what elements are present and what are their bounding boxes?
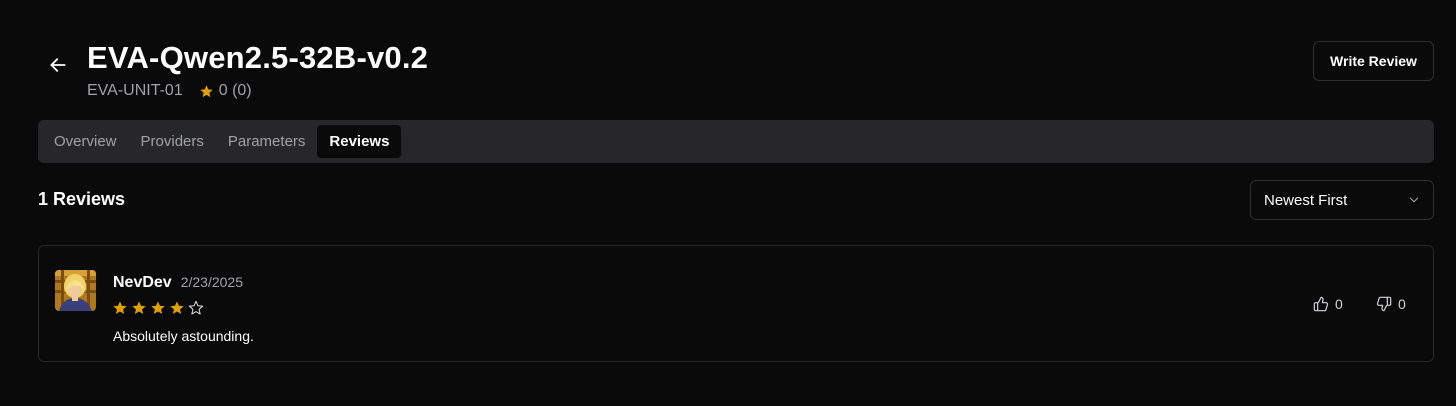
model-reviews-page: EVA-Qwen2.5-32B-v0.2 EVA-UNIT-01 0 (0) W… (0, 0, 1456, 406)
review-text: Absolutely astounding. (113, 328, 254, 344)
sort-selected-value: Newest First (1264, 191, 1348, 209)
model-rating: 0 (0) (199, 82, 252, 100)
star-empty-icon (188, 300, 204, 315)
review-star-rating (112, 300, 204, 316)
model-header: EVA-Qwen2.5-32B-v0.2 EVA-UNIT-01 0 (0) W… (38, 38, 1434, 108)
back-button[interactable] (44, 51, 72, 79)
tab-overview[interactable]: Overview (42, 125, 129, 158)
review-header: NevDev 2/23/2025 (113, 274, 243, 292)
tab-bar: Overview Providers Parameters Reviews (38, 120, 1434, 163)
tab-parameters[interactable]: Parameters (216, 125, 318, 158)
star-filled-icon (132, 301, 146, 314)
sort-select[interactable]: Newest First (1250, 180, 1434, 220)
tab-reviews[interactable]: Reviews (317, 125, 402, 158)
downvote-count: 0 (1398, 296, 1406, 312)
star-filled-icon (113, 301, 127, 314)
upvote-count: 0 (1335, 296, 1343, 312)
thumbs-down-icon (1376, 296, 1392, 312)
chevron-down-icon (1409, 197, 1419, 203)
review-date: 2/23/2025 (180, 274, 243, 290)
model-author: EVA-UNIT-01 (87, 82, 183, 99)
downvote-button[interactable]: 0 (1376, 296, 1406, 312)
upvote-button[interactable]: 0 (1313, 296, 1343, 312)
review-author: NevDev (113, 274, 172, 291)
reviews-count-heading: 1 Reviews (38, 189, 126, 209)
write-review-button[interactable]: Write Review (1313, 41, 1434, 81)
avatar (55, 270, 96, 311)
thumbs-up-icon (1313, 296, 1329, 312)
review-card: NevDev 2/23/2025 Absolutely astounding. … (38, 245, 1434, 362)
star-filled-icon (151, 301, 165, 314)
star-filled-icon (170, 301, 184, 314)
star-icon (199, 84, 213, 97)
arrow-left-icon (50, 58, 66, 72)
rating-value: 0 (0) (218, 82, 252, 99)
page-title: EVA-Qwen2.5-32B-v0.2 (87, 40, 429, 75)
model-meta: EVA-UNIT-01 0 (0) (87, 82, 252, 100)
tab-providers[interactable]: Providers (129, 125, 216, 158)
